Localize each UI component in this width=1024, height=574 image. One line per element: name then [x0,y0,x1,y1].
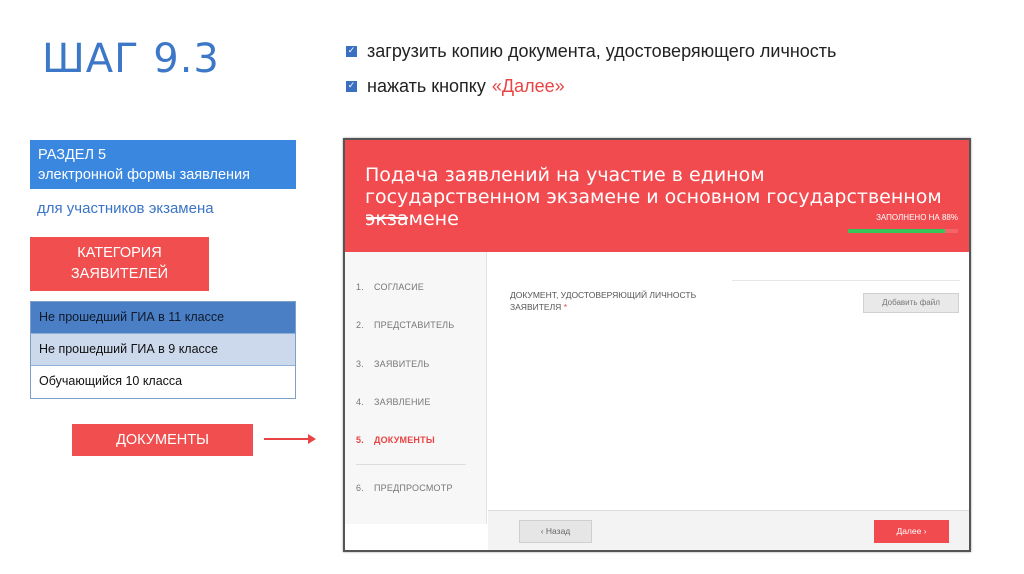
progress-fill [848,229,945,233]
nav-step-application[interactable]: 4. ЗАЯВЛЕНИЕ [356,397,431,407]
back-button[interactable]: ‹ Назад [519,520,592,543]
nav-step-representative[interactable]: 2. ПРЕДСТАВИТЕЛЬ [356,320,454,330]
instruction-item: ✓ загрузить копию документа, удостоверяю… [346,40,836,62]
instruction-highlight: «Далее» [491,75,565,96]
add-file-button[interactable]: Добавить файл [863,293,959,313]
step-title: ШАГ 9.3 [42,36,220,82]
form-main: ДОКУМЕНТ, УДОСТОВЕРЯЮЩИЙ ЛИЧНОСТЬ ЗАЯВИТ… [488,252,969,524]
section-title: РАЗДЕЛ 5 [38,147,107,163]
required-mark: * [563,302,567,312]
documents-label: ДОКУМЕНТЫ [72,424,253,456]
divider [732,280,960,281]
category-table: Не прошедший ГИА в 11 классе Не прошедши… [30,301,296,399]
form-steps-nav: 1. СОГЛАСИЕ 2. ПРЕДСТАВИТЕЛЬ 3. ЗАЯВИТЕЛЬ 4… [345,252,487,524]
instruction-text: загрузить копию документа, удостоверяюще… [367,40,837,61]
table-row: Не прошедший ГИА в 11 классе [31,302,295,334]
form-screenshot: Подача заявлений на участие в едином гос… [343,138,971,552]
progress-label: ЗАПОЛНЕНО НА 88% [876,213,958,222]
table-row: Обучающийся 10 класса [31,366,295,398]
arrow-right-icon [264,434,316,444]
checkbox-icon: ✓ [346,45,357,57]
checkbox-icon: ✓ [346,80,357,92]
nav-step-preview[interactable]: 6. ПРЕДПРОСМОТР [356,483,453,493]
nav-step-documents[interactable]: 5. ДОКУМЕНТЫ [356,435,435,445]
form-footer: ‹ Назад Далее › [488,510,969,550]
document-field-label: ДОКУМЕНТ, УДОСТОВЕРЯЮЩИЙ ЛИЧНОСТЬ ЗАЯВИТ… [510,290,697,312]
nav-step-agreement[interactable]: 1. СОГЛАСИЕ [356,282,424,292]
section-box: РАЗДЕЛ 5 электронной формы заявления [30,140,296,189]
next-button[interactable]: Далее › [874,520,949,543]
category-title-line1: КАТЕГОРИЯ [77,245,162,261]
category-box: КАТЕГОРИЯ ЗАЯВИТЕЛЕЙ [30,237,209,291]
instruction-item: ✓ нажать кнопку «Далее» [346,75,836,97]
section-audience: для участников экзамена [37,200,214,217]
form-title: Подача заявлений на участие в едином гос… [365,164,942,230]
nav-step-applicant[interactable]: 3. ЗАЯВИТЕЛЬ [356,359,430,369]
instruction-text: нажать кнопку [367,75,486,96]
table-row: Не прошедший ГИА в 9 классе [31,334,295,366]
instructions-list: ✓ загрузить копию документа, удостоверяю… [346,40,836,110]
category-title-line2: ЗАЯВИТЕЛЕЙ [70,266,169,282]
section-subtitle: электронной формы заявления [38,167,250,183]
form-header: Подача заявлений на участие в едином гос… [345,140,969,252]
title-underline [366,217,408,219]
progress-bar [848,229,958,233]
nav-divider [356,464,466,465]
